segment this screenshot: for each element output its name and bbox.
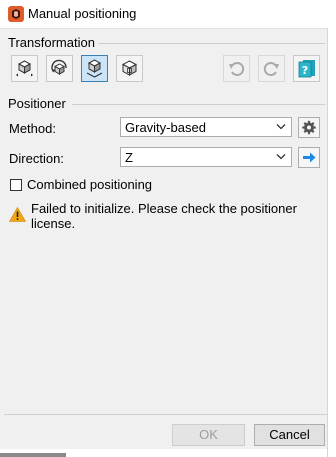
combined-positioning-label[interactable]: Combined positioning (27, 177, 152, 192)
app-logo-icon (8, 6, 24, 22)
translate-cube-icon (16, 60, 33, 77)
window-title: Manual positioning (28, 6, 137, 21)
apply-direction-button[interactable] (298, 147, 320, 168)
positioner-separator (72, 104, 325, 105)
transformation-label: Transformation (8, 35, 95, 50)
method-value: Gravity-based (125, 120, 206, 135)
translate-tool-button[interactable] (11, 55, 38, 82)
wireframe-tool-button[interactable] (116, 55, 143, 82)
combined-positioning-checkbox[interactable] (10, 179, 22, 191)
cancel-button[interactable]: Cancel (254, 424, 325, 446)
background-strip (0, 449, 327, 457)
chevron-down-icon (276, 124, 286, 130)
gear-icon (302, 120, 316, 135)
undo-icon (229, 62, 245, 76)
direction-value: Z (125, 150, 133, 165)
rotate-cube-icon (51, 59, 67, 75)
footer-separator (4, 414, 327, 415)
direction-label: Direction: (9, 151, 64, 166)
method-select[interactable]: Gravity-based (120, 117, 292, 137)
positioner-label: Positioner (8, 96, 66, 111)
transformation-separator (98, 43, 325, 44)
method-label: Method: (9, 121, 56, 136)
cube-wireframe-icon (121, 60, 138, 76)
position-tool-button[interactable] (81, 55, 108, 82)
window-edge (327, 28, 336, 457)
title-bar: Manual positioning (0, 0, 336, 29)
error-message: Failed to initialize. Please check the p… (31, 201, 297, 231)
method-settings-button[interactable] (298, 117, 320, 138)
rotate-tool-button[interactable] (46, 55, 73, 82)
position-cube-icon (86, 59, 103, 78)
arrow-right-icon (303, 152, 316, 163)
warning-icon (9, 207, 26, 222)
direction-select[interactable]: Z (120, 147, 292, 167)
redo-icon (263, 62, 279, 76)
svg-text:?: ? (302, 64, 308, 77)
help-button[interactable]: ? (293, 55, 320, 82)
chevron-down-icon (276, 154, 286, 160)
ok-button[interactable]: OK (172, 424, 245, 446)
help-book-icon: ? (298, 60, 315, 78)
undo-button[interactable] (223, 55, 250, 82)
redo-button[interactable] (258, 55, 285, 82)
